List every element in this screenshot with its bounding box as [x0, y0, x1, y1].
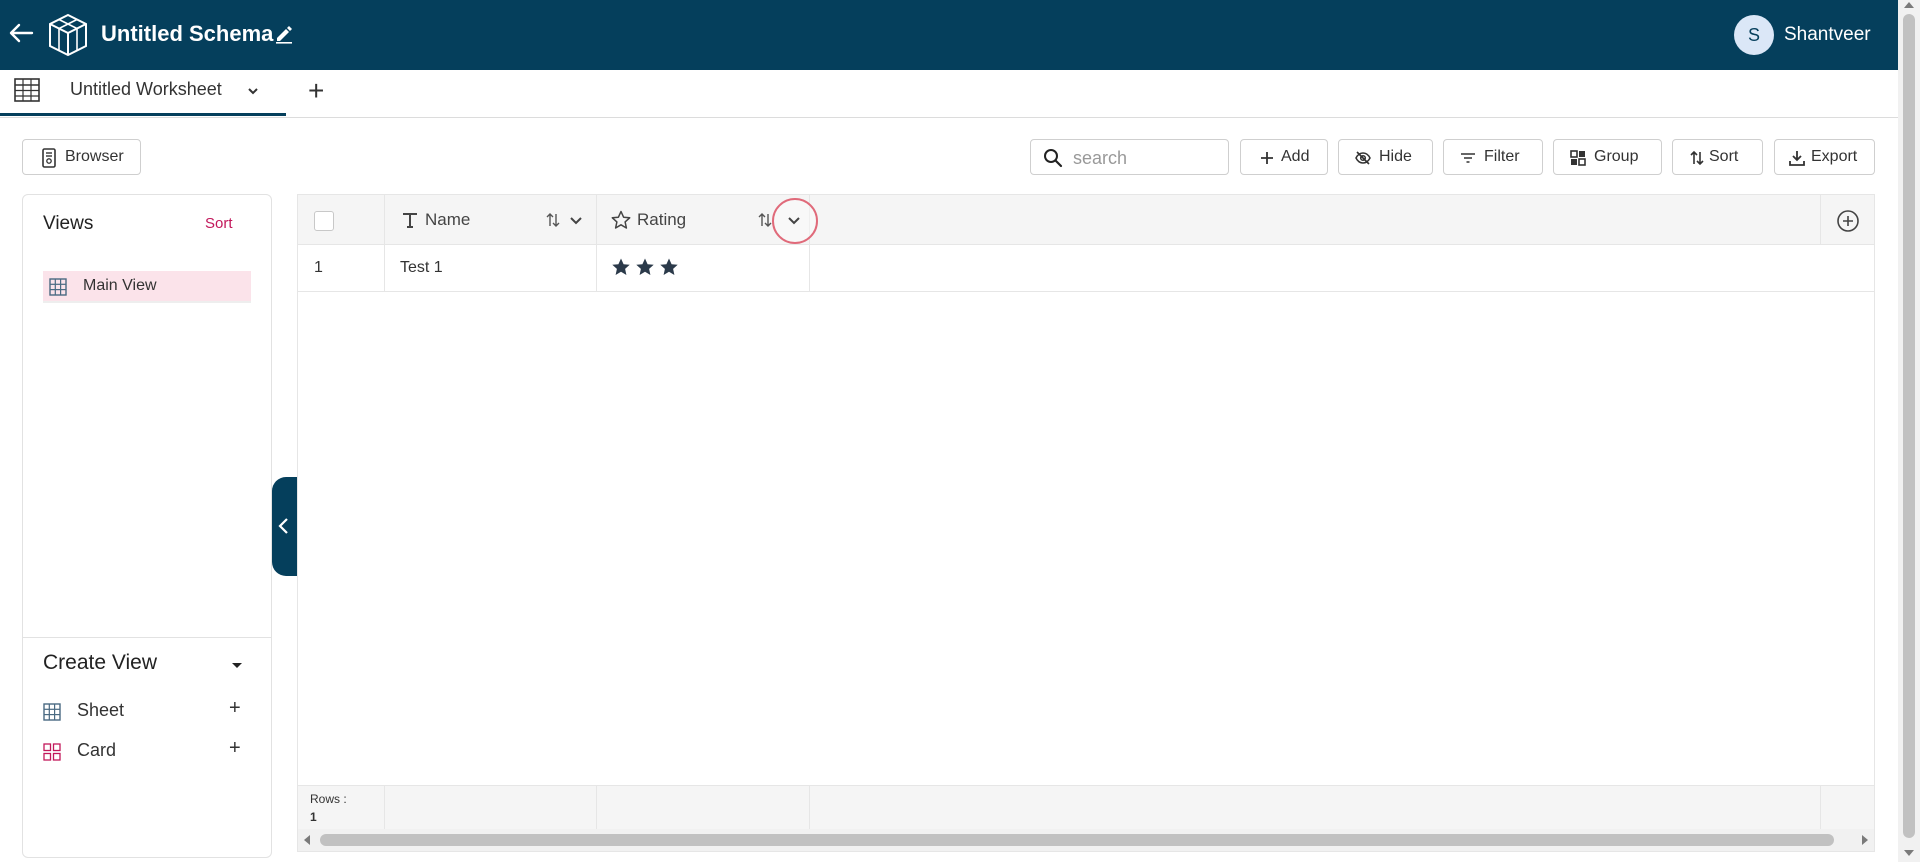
plus-circle-icon — [1837, 210, 1859, 232]
grid-header: Name Rating — [298, 195, 1874, 245]
add-label: Add — [1281, 148, 1310, 165]
chevron-down-icon[interactable] — [246, 84, 260, 98]
eye-off-icon — [1355, 150, 1371, 166]
rows-count-cell: Rows : 1 — [298, 786, 385, 830]
back-arrow-icon[interactable] — [8, 20, 38, 50]
filter-button[interactable]: Filter — [1443, 139, 1543, 175]
card-grid-icon — [43, 743, 61, 761]
column-label: Rating — [637, 210, 687, 229]
grid-icon — [43, 703, 61, 721]
tab-label: Untitled Worksheet — [70, 79, 222, 99]
avatar[interactable]: S — [1734, 15, 1774, 55]
sort-arrows-icon[interactable] — [757, 212, 773, 228]
scroll-left-arrow-icon[interactable] — [304, 835, 310, 845]
vertical-scrollbar[interactable] — [1898, 0, 1920, 862]
filter-label: Filter — [1484, 148, 1520, 165]
star-filled-icon[interactable] — [635, 257, 655, 277]
add-column-button[interactable] — [1820, 195, 1874, 245]
data-grid: Name Rating 1 Test 1 Rows: 1 — [297, 194, 1875, 852]
select-all-cell — [298, 195, 385, 245]
sidebar-collapse-handle[interactable] — [272, 477, 297, 576]
star-filled-icon[interactable] — [659, 257, 679, 277]
footer-cell — [1820, 786, 1874, 830]
vertical-scroll-thumb[interactable] — [1903, 14, 1915, 838]
table-grid-icon — [14, 78, 42, 104]
sort-label: Sort — [1709, 148, 1739, 165]
hide-label: Hide — [1379, 148, 1412, 165]
edit-pencil-icon[interactable] — [274, 24, 294, 44]
browser-label: Browser — [65, 148, 124, 165]
group-button[interactable]: Group — [1553, 139, 1662, 175]
horizontal-scroll-thumb[interactable] — [320, 834, 1834, 846]
export-label: Export — [1811, 148, 1858, 165]
grid-footer: Rows : 1 — [298, 785, 1874, 830]
filter-lines-icon — [1460, 150, 1476, 166]
add-card-view-button[interactable]: + — [229, 737, 241, 760]
create-view-title[interactable]: Create View — [43, 651, 157, 675]
hide-button[interactable]: Hide — [1338, 139, 1433, 175]
chevron-down-icon[interactable] — [229, 657, 245, 673]
column-header-name[interactable]: Name — [385, 195, 597, 245]
scroll-up-arrow-icon[interactable] — [1904, 2, 1914, 8]
search-input[interactable] — [1073, 146, 1223, 170]
chevron-left-icon — [278, 518, 288, 534]
add-sheet-view-button[interactable]: + — [229, 697, 241, 720]
search-icon — [1043, 148, 1063, 168]
create-view-sheet[interactable]: Sheet + — [43, 697, 253, 725]
export-button[interactable]: Export — [1774, 139, 1875, 175]
select-all-checkbox[interactable] — [314, 211, 334, 231]
sort-button[interactable]: Sort — [1672, 139, 1763, 175]
row-number-cell: 1 — [298, 245, 385, 291]
rating-cell[interactable] — [597, 245, 810, 291]
plus-icon — [1259, 150, 1275, 166]
browser-document-icon — [41, 148, 57, 168]
column-header-rating[interactable]: Rating — [597, 195, 818, 245]
rows-label: Rows : — [310, 792, 347, 806]
group-icon — [1570, 150, 1586, 166]
footer-cell — [597, 786, 810, 830]
create-view-card[interactable]: Card + — [43, 737, 253, 765]
table-row[interactable]: 1 Test 1 — [298, 245, 1874, 292]
horizontal-scrollbar[interactable] — [298, 829, 1874, 851]
view-item-label: Main View — [83, 277, 157, 294]
name-cell[interactable]: Test 1 — [385, 245, 597, 291]
divider — [23, 637, 271, 638]
create-card-label: Card — [77, 740, 117, 760]
star-rating[interactable] — [611, 257, 683, 279]
views-panel: Views Sort Main View Create View Sheet +… — [22, 194, 272, 858]
column-label: Name — [425, 210, 471, 229]
text-type-icon — [401, 211, 419, 229]
browser-button[interactable]: Browser — [22, 139, 141, 175]
footer-cell — [385, 786, 597, 830]
scroll-down-arrow-icon[interactable] — [1904, 850, 1914, 856]
star-outline-icon — [611, 210, 631, 229]
star-filled-icon[interactable] — [611, 257, 631, 277]
add-button[interactable]: Add — [1240, 139, 1328, 175]
schema-logo-icon — [46, 12, 90, 58]
download-icon — [1789, 150, 1805, 166]
worksheet-tab-bar: Untitled Worksheet + — [0, 70, 1898, 118]
search-field[interactable] — [1030, 139, 1229, 175]
view-item-main-view[interactable]: Main View — [43, 271, 251, 303]
views-sort-button[interactable]: Sort — [205, 215, 233, 232]
group-label: Group — [1594, 148, 1639, 165]
sort-arrows-icon[interactable] — [545, 212, 561, 228]
top-bar: Untitled Schema S Shantveer — [0, 0, 1898, 70]
schema-title: Untitled Schema — [101, 21, 274, 46]
row-number: 1 — [314, 259, 323, 276]
add-worksheet-button[interactable]: + — [308, 76, 324, 106]
tab-untitled-worksheet[interactable]: Untitled Worksheet — [0, 70, 286, 116]
sort-arrows-icon — [1689, 150, 1705, 166]
views-title: Views — [43, 213, 94, 234]
user-name[interactable]: Shantveer — [1784, 24, 1871, 46]
chevron-down-icon[interactable] — [569, 214, 583, 226]
scroll-right-arrow-icon[interactable] — [1862, 835, 1868, 845]
create-sheet-label: Sheet — [77, 700, 125, 720]
chevron-down-icon[interactable] — [787, 214, 801, 226]
rows-count: 1 — [310, 810, 317, 824]
name-value: Test 1 — [400, 259, 443, 276]
grid-icon — [49, 278, 67, 296]
